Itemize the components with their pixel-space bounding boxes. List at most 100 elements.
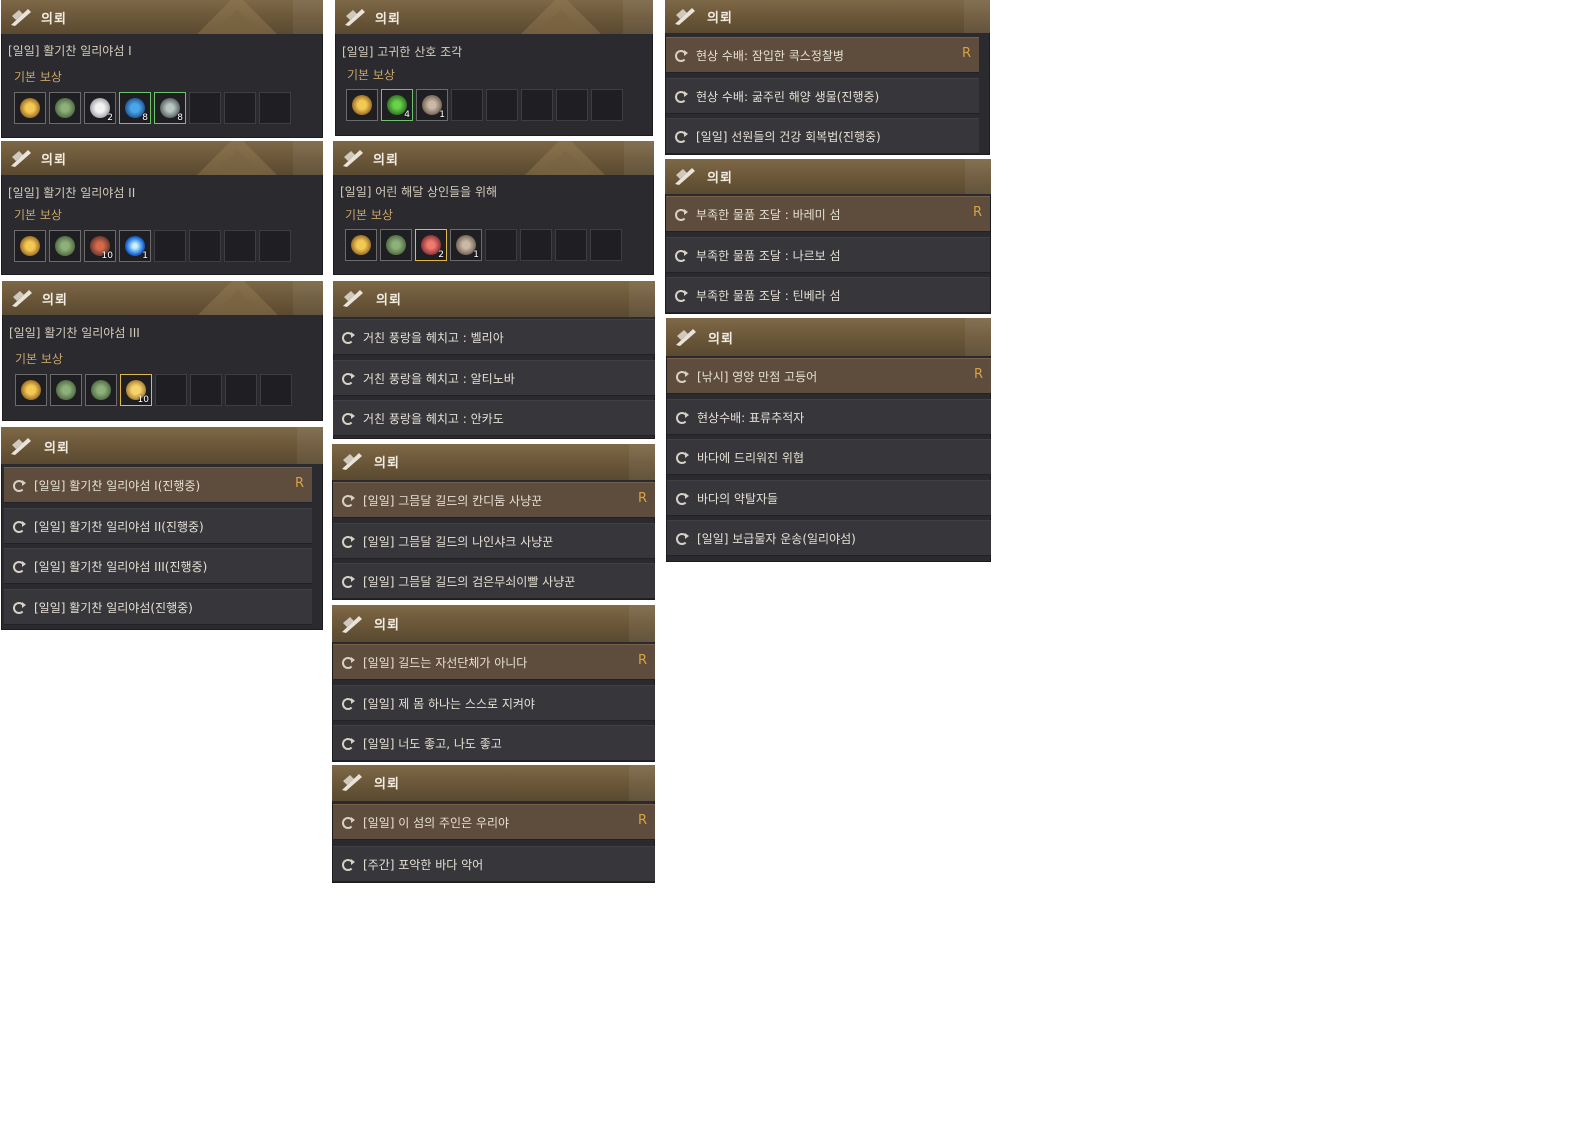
quest-row-label: [일일] 활기찬 일리야섬 III(진행중) <box>34 560 208 574</box>
quest-row[interactable]: 부족한 물품 조달 : 바레미 섬 R <box>666 196 990 232</box>
empty-reward-slot[interactable] <box>555 229 587 261</box>
medal-icon <box>352 95 372 115</box>
empty-reward-slot[interactable] <box>590 229 622 261</box>
empty-reward-slot[interactable] <box>451 89 483 121</box>
reward-slot[interactable]: 8 <box>154 92 186 124</box>
quest-row-label: 현상수배: 표류추적자 <box>697 410 805 425</box>
quest-row-label: [일일] 그믐달 길드의 검은무쇠이빨 사냥꾼 <box>363 575 576 589</box>
quest-row[interactable]: [일일] 활기찬 일리야섬(진행중) <box>4 588 312 625</box>
panel-header: 의뢰 <box>1 0 323 34</box>
quest-reward-panel-4: 의뢰 [일일] 어린 해달 상인들을 위해 기본 보상 21 <box>333 141 654 275</box>
refresh-icon <box>342 738 355 750</box>
panel-title: 의뢰 <box>707 171 733 186</box>
reward-label: 기본 보상 <box>345 208 393 222</box>
reward-slot[interactable] <box>50 374 82 406</box>
quest-row[interactable]: [일일] 길드는 자선단체가 아니다 R <box>333 644 655 680</box>
quest-row[interactable]: [일일] 선원들의 건강 회복법(진행중) <box>666 118 979 154</box>
empty-reward-slot[interactable] <box>259 92 291 124</box>
reward-slot[interactable]: 1 <box>119 230 151 262</box>
quest-row[interactable]: 거친 풍랑을 헤치고 : 알티노바 <box>333 359 655 396</box>
empty-reward-slot[interactable] <box>591 89 623 121</box>
empty-reward-slot[interactable] <box>520 229 552 261</box>
empty-reward-slot[interactable] <box>260 374 292 406</box>
reward-label: 기본 보상 <box>15 352 63 366</box>
empty-reward-slot[interactable] <box>190 374 222 406</box>
quest-row[interactable]: [일일] 활기찬 일리야섬 II(진행중) <box>4 507 312 544</box>
quest-row[interactable]: 바다의 약탈자들 <box>667 479 991 516</box>
reward-slot[interactable] <box>15 374 47 406</box>
quest-row[interactable]: [일일] 이 섬의 주인은 우리야 R <box>333 804 655 840</box>
reward-slot[interactable] <box>49 230 81 262</box>
reward-slot[interactable] <box>14 92 46 124</box>
repeatable-badge: R <box>973 367 983 382</box>
reward-slot[interactable] <box>14 230 46 262</box>
empty-reward-slot[interactable] <box>556 89 588 121</box>
quest-row[interactable]: 현상수배: 표류추적자 <box>667 398 991 435</box>
item-count: 4 <box>404 110 410 120</box>
quest-row-label: [일일] 이 섬의 주인은 우리야 <box>363 816 510 830</box>
quest-row-label: 거친 풍랑을 헤치고 : 알티노바 <box>363 371 515 386</box>
refresh-icon <box>342 372 355 385</box>
empty-reward-slot[interactable] <box>521 89 553 121</box>
quest-row-label: 바다에 드리워진 위협 <box>697 451 804 465</box>
empty-reward-slot[interactable] <box>486 89 518 121</box>
quest-row-label: [일일] 활기찬 일리야섬 I(진행중) <box>34 479 201 493</box>
reward-slot[interactable]: 2 <box>84 92 116 124</box>
empty-reward-slot[interactable] <box>155 374 187 406</box>
refresh-icon <box>342 495 355 507</box>
repeatable-badge: R <box>294 476 304 491</box>
panel-title: 의뢰 <box>375 12 401 27</box>
quest-row[interactable]: [일일] 보급물자 운송(일리야섬) <box>667 520 991 556</box>
scroll-quill-icon <box>343 290 363 307</box>
reward-slot[interactable]: 10 <box>120 374 152 406</box>
quest-row[interactable]: 거친 풍랑을 헤치고 : 안카도 <box>333 400 655 436</box>
reward-slot[interactable] <box>346 89 378 121</box>
empty-reward-slot[interactable] <box>485 229 517 261</box>
empty-reward-slot[interactable] <box>189 230 221 262</box>
quest-title: [일일] 활기찬 일리야섬 I <box>8 44 132 58</box>
quest-row[interactable]: [일일] 그믐달 길드의 나인샤크 사냥꾼 <box>333 522 655 559</box>
item-count: 1 <box>142 251 148 261</box>
scroll-quill-icon <box>343 150 363 167</box>
reward-slot[interactable] <box>380 229 412 261</box>
quest-row[interactable]: [일일] 그믐달 길드의 칸디둠 사냥꾼 R <box>333 482 655 518</box>
empty-reward-slot[interactable] <box>224 230 256 262</box>
item-count: 2 <box>107 113 113 123</box>
item-count: 1 <box>439 110 445 120</box>
reward-slot[interactable] <box>49 92 81 124</box>
quest-row[interactable]: 거친 풍랑을 헤치고 : 벨리아 <box>333 319 655 355</box>
empty-reward-slot[interactable] <box>154 230 186 262</box>
reward-slot[interactable]: 4 <box>381 89 413 121</box>
quest-row[interactable]: [일일] 활기찬 일리야섬 I(진행중) R <box>4 467 312 503</box>
reward-slot[interactable]: 1 <box>450 229 482 261</box>
reward-slot[interactable] <box>85 374 117 406</box>
refresh-icon <box>342 576 355 588</box>
quest-row[interactable]: 부족한 물품 조달 : 나르보 섬 <box>666 236 990 273</box>
quest-row[interactable]: [일일] 그믐달 길드의 검은무쇠이빨 사냥꾼 <box>333 563 655 599</box>
reward-slot[interactable]: 10 <box>84 230 116 262</box>
empty-reward-slot[interactable] <box>224 92 256 124</box>
panel-title: 의뢰 <box>708 332 734 347</box>
reward-slot[interactable]: 2 <box>415 229 447 261</box>
quest-row[interactable]: 바다에 드리워진 위협 <box>667 439 991 475</box>
reward-slot[interactable]: 1 <box>416 89 448 121</box>
quest-list-panel-4: 의뢰 [일일] 길드는 자선단체가 아니다 R [일일] 제 몸 하나는 스스로 지… <box>332 605 655 762</box>
empty-reward-slot[interactable] <box>225 374 257 406</box>
quest-row-label: 부족한 물품 조달 : 틴베라 섬 <box>696 289 841 303</box>
panel-header: 의뢰 <box>1 141 323 175</box>
empty-reward-slot[interactable] <box>259 230 291 262</box>
quest-row[interactable]: [일일] 너도 좋고, 나도 좋고 <box>333 725 655 761</box>
quest-row[interactable]: [일일] 제 몸 하나는 스스로 지켜야 <box>333 684 655 721</box>
reward-slot[interactable]: 8 <box>119 92 151 124</box>
reward-slot[interactable] <box>345 229 377 261</box>
quest-row[interactable]: 부족한 물품 조달 : 틴베라 섬 <box>666 277 990 313</box>
quest-row[interactable]: 현상 수배: 잠입한 콕스정찰병 R <box>666 37 979 73</box>
medal-icon <box>351 235 371 255</box>
empty-reward-slot[interactable] <box>189 92 221 124</box>
quest-row[interactable]: [낚시] 영양 만점 고등어 R <box>667 358 991 394</box>
quest-row[interactable]: [주간] 포악한 바다 악어 <box>333 846 655 882</box>
refresh-icon <box>676 533 689 545</box>
quest-row[interactable]: [일일] 활기찬 일리야섬 III(진행중) <box>4 548 312 584</box>
medal-icon <box>21 380 41 400</box>
quest-row[interactable]: 현상 수배: 굶주린 해양 생물(진행중) <box>666 77 979 114</box>
